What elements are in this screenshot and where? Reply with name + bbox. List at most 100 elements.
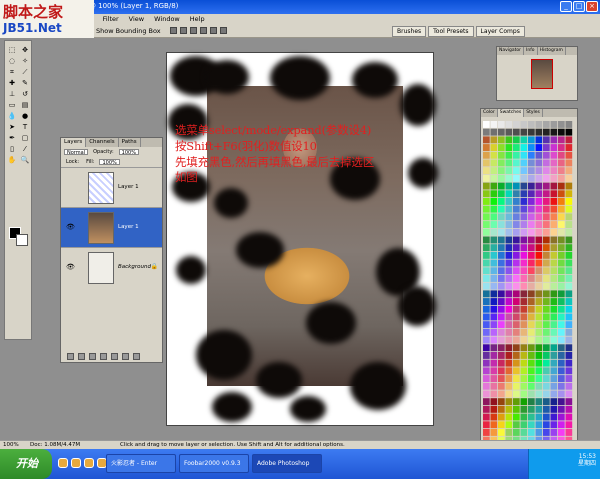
color-swatch[interactable] [490, 136, 498, 144]
color-swatch[interactable] [558, 228, 565, 236]
color-swatch[interactable] [505, 429, 513, 436]
color-swatch[interactable] [550, 290, 558, 298]
color-swatch[interactable] [490, 121, 498, 128]
color-swatch[interactable] [483, 375, 490, 382]
color-swatch[interactable] [513, 159, 520, 167]
color-swatch[interactable] [558, 151, 565, 159]
color-swatch[interactable] [483, 213, 490, 221]
color-swatch[interactable] [550, 352, 558, 359]
color-swatch[interactable] [550, 174, 558, 182]
clone-stamp-tool-icon[interactable]: ⊥ [6, 89, 18, 99]
tab-styles[interactable]: Styles [524, 109, 543, 117]
color-swatch[interactable] [535, 121, 543, 128]
shape-tool-icon[interactable]: ▢ [19, 133, 31, 143]
color-swatch[interactable] [490, 221, 498, 228]
color-swatch[interactable] [565, 275, 573, 282]
tab-histogram[interactable]: Histogram [538, 47, 566, 55]
swatch-grid[interactable] [483, 121, 577, 455]
color-swatch[interactable] [528, 251, 535, 259]
color-swatch[interactable] [550, 167, 558, 175]
color-swatch[interactable] [513, 136, 520, 144]
color-swatch[interactable] [520, 321, 528, 329]
tab-navigator[interactable]: Navigator [497, 47, 525, 55]
color-swatch[interactable] [520, 136, 528, 144]
color-swatch[interactable] [565, 128, 573, 136]
color-swatch[interactable] [550, 382, 558, 390]
color-swatch[interactable] [543, 136, 550, 144]
history-brush-tool-icon[interactable]: ↺ [19, 89, 31, 99]
color-swatch[interactable] [483, 344, 490, 352]
color-swatch[interactable] [490, 128, 498, 136]
color-swatch[interactable] [490, 198, 498, 205]
new-layer-icon[interactable] [122, 353, 129, 360]
color-swatch[interactable] [550, 305, 558, 313]
color-swatch[interactable] [490, 213, 498, 221]
color-swatch[interactable] [520, 251, 528, 259]
color-swatch[interactable] [490, 251, 498, 259]
color-swatch[interactable] [550, 313, 558, 321]
color-swatch[interactable] [520, 429, 528, 436]
color-swatch[interactable] [513, 128, 520, 136]
color-swatch[interactable] [558, 382, 565, 390]
color-swatch[interactable] [528, 144, 535, 151]
color-swatch[interactable] [513, 352, 520, 359]
task-button-active[interactable]: Adobe Photoshop [252, 454, 322, 473]
color-swatch[interactable] [550, 421, 558, 429]
color-swatch[interactable] [543, 328, 550, 336]
color-swatch[interactable] [543, 429, 550, 436]
color-swatch[interactable] [528, 159, 535, 167]
color-swatch[interactable] [535, 190, 543, 198]
color-swatch[interactable] [520, 190, 528, 198]
layer-mask-icon[interactable] [89, 353, 96, 360]
color-swatch[interactable] [565, 336, 573, 344]
color-swatch[interactable] [483, 198, 490, 205]
color-swatch[interactable] [483, 167, 490, 175]
color-swatch[interactable] [565, 421, 573, 429]
color-swatch[interactable] [535, 405, 543, 413]
color-swatch[interactable] [528, 352, 535, 359]
color-swatch[interactable] [528, 398, 535, 406]
color-swatch[interactable] [520, 236, 528, 244]
color-swatch[interactable] [550, 121, 558, 128]
color-swatch[interactable] [505, 321, 513, 329]
color-swatch[interactable] [550, 259, 558, 267]
color-swatch[interactable] [483, 305, 490, 313]
color-swatch[interactable] [520, 228, 528, 236]
color-swatch[interactable] [513, 121, 520, 128]
color-swatch[interactable] [490, 398, 498, 406]
color-swatch[interactable] [505, 228, 513, 236]
color-swatch[interactable] [535, 128, 543, 136]
color-swatch[interactable] [565, 159, 573, 167]
color-swatch[interactable] [505, 375, 513, 382]
color-swatch[interactable] [558, 313, 565, 321]
color-swatch[interactable] [535, 244, 543, 252]
color-swatch[interactable] [543, 251, 550, 259]
color-swatch[interactable] [528, 136, 535, 144]
color-swatch[interactable] [535, 413, 543, 421]
color-swatch[interactable] [528, 298, 535, 305]
color-swatch[interactable] [505, 174, 513, 182]
opacity-input[interactable]: 100% [118, 149, 139, 156]
color-swatch[interactable] [513, 375, 520, 382]
eye-icon[interactable]: 👁 [66, 223, 75, 231]
color-swatch[interactable] [513, 167, 520, 175]
navigator-thumbnail[interactable] [531, 59, 553, 89]
color-swatch[interactable] [535, 359, 543, 367]
lasso-tool-icon[interactable]: ◌ [6, 56, 18, 66]
color-swatch[interactable] [543, 413, 550, 421]
color-swatch[interactable] [483, 144, 490, 151]
color-swatch[interactable] [535, 375, 543, 382]
color-swatch[interactable] [490, 174, 498, 182]
color-swatch[interactable] [528, 328, 535, 336]
maximize-button[interactable]: □ [573, 1, 585, 12]
move-tool-icon[interactable]: ✥ [19, 45, 31, 55]
color-swatch[interactable] [565, 429, 573, 436]
color-swatch[interactable] [513, 244, 520, 252]
color-swatch[interactable] [558, 429, 565, 436]
color-swatch[interactable] [535, 267, 543, 275]
color-swatch[interactable] [490, 282, 498, 290]
color-swatch[interactable] [490, 151, 498, 159]
gradient-tool-icon[interactable]: ▤ [19, 100, 31, 110]
color-swatch[interactable] [520, 344, 528, 352]
align-top-icon[interactable] [170, 27, 177, 34]
